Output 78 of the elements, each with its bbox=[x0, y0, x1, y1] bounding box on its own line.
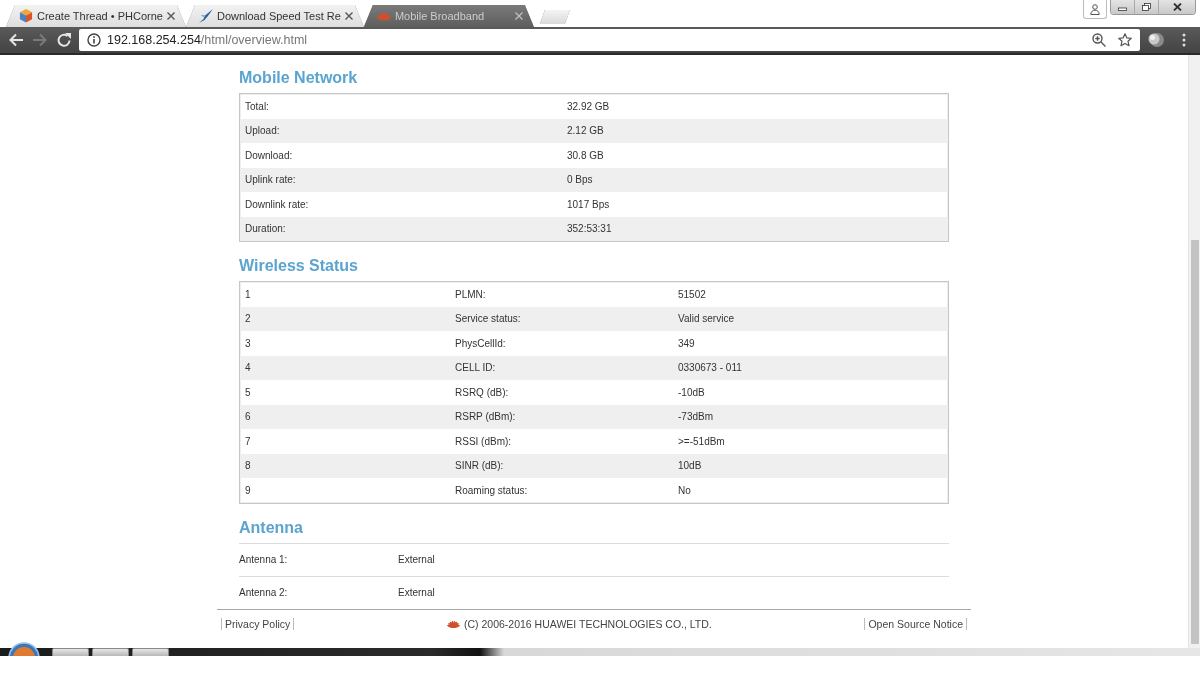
restore-button[interactable] bbox=[1135, 0, 1159, 14]
browser-tab[interactable]: Create Thread • PHCorne bbox=[6, 5, 186, 27]
field-value: >=-51dBm bbox=[677, 435, 726, 447]
field-value: 0 Bps bbox=[566, 174, 594, 186]
field-label: Antenna 2: bbox=[239, 587, 289, 598]
row-number: 3 bbox=[244, 337, 252, 349]
field-label: RSSI (dBm): bbox=[454, 435, 513, 447]
close-icon[interactable] bbox=[344, 12, 353, 20]
row-number: 5 bbox=[244, 386, 252, 398]
browser-tab[interactable]: Download Speed Test Re bbox=[185, 5, 364, 27]
field-label: Upload: bbox=[244, 125, 281, 137]
field-label: CELL ID: bbox=[454, 362, 497, 374]
privacy-policy-link[interactable]: Privacy Policy bbox=[221, 617, 295, 630]
person-icon bbox=[1090, 3, 1100, 15]
row-number: 9 bbox=[244, 484, 252, 496]
close-icon bbox=[1172, 3, 1182, 11]
star-icon[interactable] bbox=[1118, 33, 1132, 47]
start-orb-icon[interactable] bbox=[8, 642, 40, 656]
close-button[interactable] bbox=[1159, 0, 1195, 14]
field-value: 2.12 GB bbox=[566, 125, 605, 137]
field-value: 349 bbox=[677, 337, 696, 349]
address-field[interactable]: 192.168.254.254/html/overview.html bbox=[79, 29, 1140, 51]
field-value: External bbox=[398, 554, 436, 565]
row-number: 8 bbox=[244, 460, 252, 472]
field-label: Service status: bbox=[454, 313, 522, 325]
field-value: 30.8 GB bbox=[566, 149, 605, 161]
field-value: 10dB bbox=[677, 460, 703, 472]
minimize-button[interactable] bbox=[1111, 0, 1135, 14]
field-label: Total: bbox=[244, 100, 270, 112]
open-source-notice-link[interactable]: Open Source Notice bbox=[864, 617, 967, 630]
sphere-icon[interactable] bbox=[1146, 32, 1166, 48]
field-label: SINR (dB): bbox=[454, 460, 505, 472]
field-label: Uplink rate: bbox=[244, 174, 297, 186]
zoom-in-icon[interactable] bbox=[1092, 33, 1106, 47]
scrollbar-track[interactable] bbox=[1188, 55, 1200, 648]
field-label: RSRQ (dB): bbox=[454, 386, 510, 398]
field-label: PhysCellId: bbox=[454, 337, 507, 349]
restore-icon bbox=[1142, 3, 1151, 11]
row-number: 2 bbox=[244, 313, 252, 325]
field-label: Antenna 1: bbox=[239, 554, 289, 565]
petal-logo-icon bbox=[447, 619, 460, 628]
row-number: 6 bbox=[244, 411, 252, 423]
field-value: External bbox=[398, 587, 436, 598]
field-label: Roaming status: bbox=[454, 484, 529, 496]
close-icon[interactable] bbox=[514, 12, 523, 20]
reload-icon[interactable] bbox=[56, 32, 72, 48]
left-arrow-icon[interactable] bbox=[8, 32, 24, 48]
taskbar-button[interactable] bbox=[52, 648, 89, 656]
row-number: 7 bbox=[244, 435, 252, 447]
section-heading: Mobile Network bbox=[239, 68, 359, 88]
field-label: RSRP (dBm): bbox=[454, 411, 517, 423]
field-label: PLMN: bbox=[454, 288, 487, 300]
field-value: 51502 bbox=[677, 288, 707, 300]
field-label: Downlink rate: bbox=[244, 198, 310, 210]
menu-icon[interactable] bbox=[1182, 33, 1186, 47]
field-label: Duration: bbox=[244, 223, 287, 235]
field-value: 352:53:31 bbox=[566, 223, 613, 235]
field-value: 32.92 GB bbox=[566, 100, 611, 112]
row-number: 1 bbox=[244, 288, 252, 300]
field-value: No bbox=[677, 484, 692, 496]
field-value: 0330673 - 011 bbox=[677, 362, 743, 374]
field-value: Valid service bbox=[677, 313, 735, 325]
field-value: -73dBm bbox=[677, 411, 714, 423]
swoosh-icon bbox=[198, 9, 213, 23]
row-number: 4 bbox=[244, 362, 252, 374]
close-icon[interactable] bbox=[166, 12, 175, 20]
section-heading: Antenna bbox=[239, 517, 304, 538]
taskbar-button[interactable] bbox=[92, 648, 129, 656]
section-heading: Wireless Status bbox=[239, 256, 359, 276]
field-value: -10dB bbox=[677, 386, 706, 398]
taskbar-button[interactable] bbox=[132, 648, 169, 656]
info-icon[interactable] bbox=[87, 33, 101, 47]
field-value: 1017 Bps bbox=[566, 198, 611, 210]
profile-button[interactable] bbox=[1083, 0, 1107, 19]
copyright-text: (C) 2006-2016 HUAWEI TECHNOLOGIES CO., LTD. bbox=[464, 617, 712, 630]
scrollbar-thumb[interactable] bbox=[1190, 240, 1199, 644]
field-label: Download: bbox=[244, 149, 294, 161]
cube-icon bbox=[19, 9, 33, 23]
